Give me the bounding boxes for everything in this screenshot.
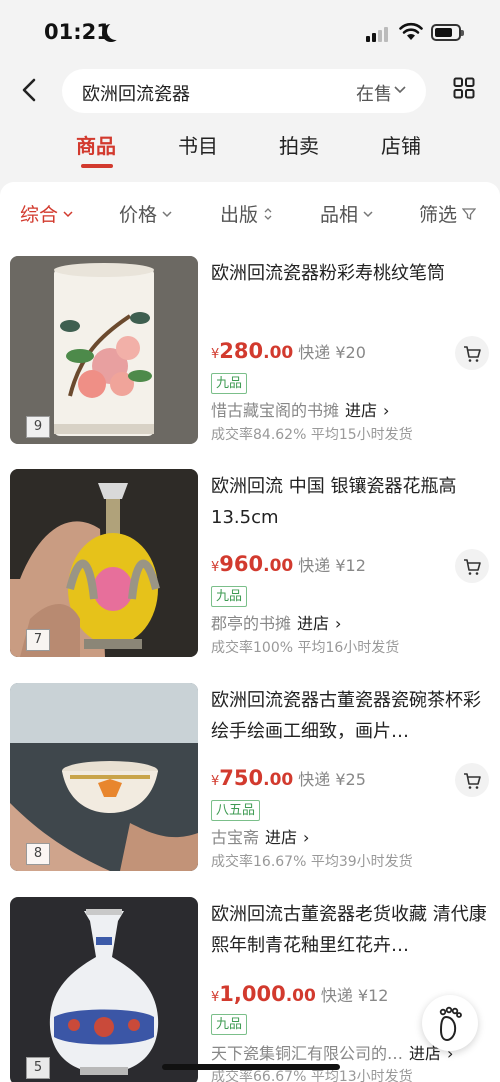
condition-badge: 九品	[211, 1014, 248, 1035]
product-price: ¥750.00 快递 ¥25	[211, 766, 366, 790]
chevron-down-icon	[363, 210, 373, 217]
shipping-fee: 快递 ¥12	[320, 986, 389, 1005]
enter-shop-link: 进店	[297, 614, 330, 633]
tab-shops[interactable]: 店铺	[381, 130, 421, 159]
enter-shop-link: 进店	[345, 401, 378, 420]
shop-name[interactable]: 古宝斋 进店 ›	[211, 824, 309, 848]
shop-name[interactable]: 天下瓷集铜汇有限公司的… 进店 ›	[211, 1040, 453, 1064]
moon-icon	[107, 22, 125, 40]
shop-name[interactable]: 郡亭的书摊 进店 ›	[211, 610, 341, 634]
category-tabs: 商品 书目 拍卖 店铺	[0, 130, 500, 170]
shipping-fee: 快递 ¥12	[298, 556, 366, 575]
sort-condition[interactable]: 品相	[320, 200, 373, 227]
add-to-cart-button[interactable]	[455, 549, 489, 583]
product-image[interactable]: 5	[10, 897, 198, 1082]
list-item[interactable]: 9 欧洲回流瓷器粉彩寿桃纹笔筒 ¥280.00 快递 ¥20 九品 惜古藏宝阁的书…	[0, 256, 500, 456]
condition-badge: 九品	[211, 373, 248, 394]
sort-bar: 综合 价格 出版 品相 筛选	[0, 200, 500, 230]
list-item[interactable]: 5 欧洲回流古董瓷器老货收藏 清代康熙年制青花釉里红花卉… ¥1,000.00 快…	[0, 897, 500, 1082]
grid-view-icon[interactable]	[453, 77, 475, 99]
search-query[interactable]: 欧洲回流瓷器	[82, 80, 190, 106]
filter-button[interactable]: 筛选	[419, 200, 477, 227]
shop-stats: 成交率100% 平均16小时发货	[211, 640, 400, 656]
shipping-fee: 快递 ¥20	[298, 343, 366, 362]
chevron-down-icon	[63, 210, 73, 217]
footprint-icon	[439, 1006, 462, 1042]
sort-arrows-icon	[264, 207, 272, 220]
product-price: ¥1,000.00 快递 ¥12	[211, 982, 389, 1006]
chevron-right-icon: ›	[383, 401, 390, 420]
image-count-badge: 8	[26, 843, 50, 865]
home-indicator	[162, 1064, 340, 1070]
add-to-cart-button[interactable]	[455, 763, 489, 797]
sort-default[interactable]: 综合	[20, 200, 73, 227]
product-price: ¥960.00 快递 ¥12	[211, 552, 366, 576]
chevron-right-icon: ›	[335, 614, 342, 633]
chevron-down-icon	[394, 86, 406, 94]
product-title[interactable]: 欧洲回流古董瓷器老货收藏 清代康熙年制青花釉里红花卉…	[211, 899, 489, 961]
active-tab-indicator	[81, 164, 113, 168]
tab-catalog[interactable]: 书目	[178, 130, 218, 159]
condition-badge: 八五品	[211, 800, 261, 821]
tab-auction[interactable]: 拍卖	[279, 130, 319, 159]
product-title[interactable]: 欧洲回流瓷器粉彩寿桃纹笔筒	[211, 258, 489, 289]
back-arrow-icon[interactable]	[16, 76, 44, 104]
status-bar: 01:21	[0, 0, 500, 64]
shop-stats: 成交率16.67% 平均39小时发货	[211, 854, 413, 870]
shop-stats: 成交率84.62% 平均15小时发货	[211, 427, 413, 443]
enter-shop-link: 进店	[265, 828, 298, 847]
wifi-icon	[399, 22, 423, 40]
funnel-icon	[462, 207, 477, 220]
image-count-badge: 5	[26, 1057, 50, 1079]
shipping-fee: 快递 ¥25	[298, 770, 366, 789]
chevron-right-icon: ›	[303, 828, 310, 847]
image-count-badge: 7	[26, 629, 50, 651]
image-count-badge: 9	[26, 416, 50, 438]
condition-badge: 九品	[211, 586, 248, 607]
footprint-button[interactable]	[422, 995, 478, 1051]
tab-goods[interactable]: 商品	[76, 130, 116, 159]
product-title[interactable]: 欧洲回流 中国 银镶瓷器花瓶高13.5cm	[211, 471, 489, 533]
list-item[interactable]: 8 欧洲回流瓷器古董瓷器瓷碗茶杯彩绘手绘画工细致，画片… ¥750.00 快递 ¥…	[0, 683, 500, 883]
sort-price[interactable]: 价格	[119, 200, 172, 227]
cart-icon	[464, 346, 481, 362]
shop-name[interactable]: 惜古藏宝阁的书摊 进店 ›	[211, 397, 389, 421]
battery-icon	[431, 24, 464, 41]
sale-status-dropdown[interactable]: 在售	[356, 80, 392, 106]
cart-icon	[464, 773, 481, 789]
signal-icon	[366, 26, 392, 42]
chevron-down-icon	[162, 210, 172, 217]
status-time: 01:21	[44, 20, 111, 44]
sort-publish[interactable]: 出版	[220, 200, 273, 227]
search-bar[interactable]: 欧洲回流瓷器 在售	[62, 69, 426, 113]
cart-icon	[464, 559, 481, 575]
add-to-cart-button[interactable]	[455, 336, 489, 370]
product-image[interactable]: 9	[10, 256, 198, 444]
list-item[interactable]: 7 欧洲回流 中国 银镶瓷器花瓶高13.5cm ¥960.00 快递 ¥12 九品…	[0, 469, 500, 669]
product-image[interactable]: 7	[10, 469, 198, 657]
product-title[interactable]: 欧洲回流瓷器古董瓷器瓷碗茶杯彩绘手绘画工细致，画片…	[211, 685, 489, 747]
product-price: ¥280.00 快递 ¥20	[211, 339, 366, 363]
product-image[interactable]: 8	[10, 683, 198, 871]
